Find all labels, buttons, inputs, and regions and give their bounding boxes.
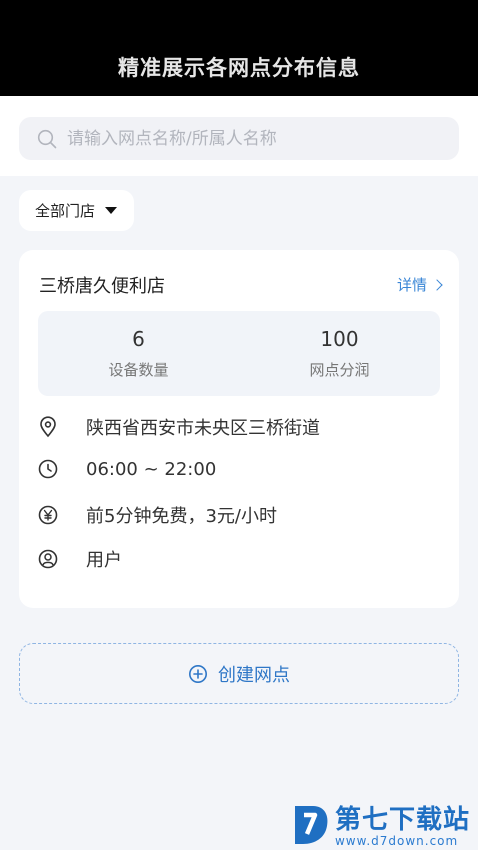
owner-text: 用户 [86, 550, 122, 571]
watermark-name: 第七下载站 [334, 805, 470, 835]
watermark-url: www.d7down.com [334, 834, 459, 848]
stat-value: 6 [132, 327, 145, 351]
chevron-right-icon [431, 278, 443, 291]
info-row-hours: 06:00 ~ 22:00 [37, 458, 216, 480]
filter-label: 全部门店 [35, 202, 96, 220]
stat-value: 100 [320, 327, 359, 351]
detail-link[interactable]: 详情 [396, 274, 443, 295]
stat-label: 网点分润 [309, 361, 370, 379]
banner-title: 精准展示各网点分布信息 [118, 56, 360, 80]
user-icon [37, 548, 59, 570]
search-bar [0, 96, 478, 176]
stat-device-count: 6 设备数量 [38, 311, 239, 396]
yen-icon [37, 504, 59, 526]
create-outlet-button[interactable]: 创建网点 [19, 643, 459, 704]
store-card: 三桥唐久便利店 详情 6 设备数量 100 网点分润 陕西省西安市未央区三桥街道 [19, 250, 459, 608]
search-input[interactable] [67, 128, 447, 149]
info-row-owner: 用户 [37, 546, 122, 572]
create-label: 创建网点 [218, 664, 290, 686]
detail-label: 详情 [396, 276, 427, 294]
stat-label: 设备数量 [108, 361, 169, 379]
clock-icon [37, 458, 59, 480]
address-text: 陕西省西安市未央区三桥街道 [86, 418, 320, 439]
info-row-pricing: 前5分钟免费，3元/小时 [37, 502, 277, 528]
stats-panel: 6 设备数量 100 网点分润 [38, 311, 440, 396]
search-icon [37, 129, 57, 148]
stat-profit-share: 100 网点分润 [239, 311, 440, 396]
location-pin-icon [37, 416, 59, 438]
hours-text: 06:00 ~ 22:00 [86, 458, 217, 480]
caret-down-icon [105, 207, 118, 214]
watermark: 第七下载站 www.d7down.com [291, 799, 470, 848]
pricing-text: 前5分钟免费，3元/小时 [86, 506, 277, 527]
info-row-address: 陕西省西安市未央区三桥街道 [37, 414, 320, 440]
search-box[interactable] [19, 117, 459, 160]
plus-circle-icon [189, 664, 207, 683]
store-filter-dropdown[interactable]: 全部门店 [19, 190, 134, 231]
d7down-logo-icon [294, 805, 328, 844]
store-name: 三桥唐久便利店 [39, 276, 165, 297]
top-banner: 精准展示各网点分布信息 [0, 0, 478, 96]
